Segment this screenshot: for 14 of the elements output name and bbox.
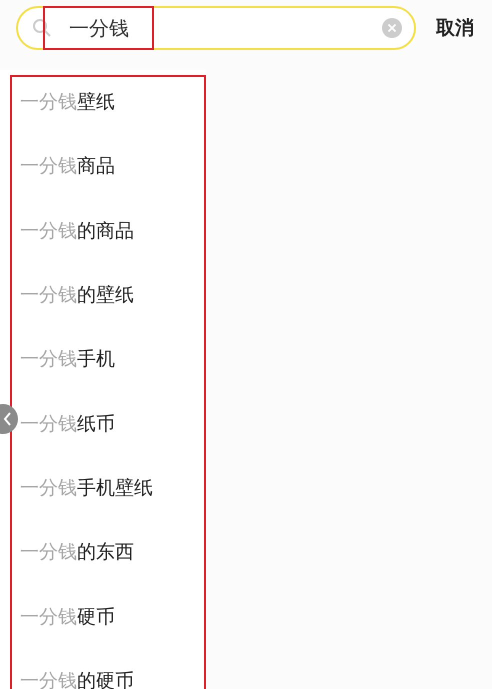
suggestion-item[interactable]: 一分钱的壁纸	[20, 282, 134, 308]
suggestion-item[interactable]: 一分钱的硬币	[20, 668, 134, 689]
suggestion-item[interactable]: 一分钱手机壁纸	[20, 474, 153, 501]
search-field[interactable]: 一分钱	[16, 6, 416, 50]
suggestion-item[interactable]: 一分钱纸币	[20, 410, 115, 437]
suggestion-item[interactable]: 一分钱的东西	[20, 539, 134, 566]
suggestion-item[interactable]: 一分钱手机	[20, 346, 115, 372]
suggestion-item[interactable]: 一分钱商品	[20, 153, 115, 180]
search-input[interactable]: 一分钱	[69, 16, 372, 40]
search-icon	[32, 18, 52, 38]
suggestion-item[interactable]: 一分钱壁纸	[20, 89, 115, 116]
cancel-button[interactable]: 取消	[436, 15, 474, 41]
suggestion-item[interactable]: 一分钱硬币	[20, 604, 115, 630]
suggestion-item[interactable]: 一分钱的商品	[20, 218, 134, 244]
